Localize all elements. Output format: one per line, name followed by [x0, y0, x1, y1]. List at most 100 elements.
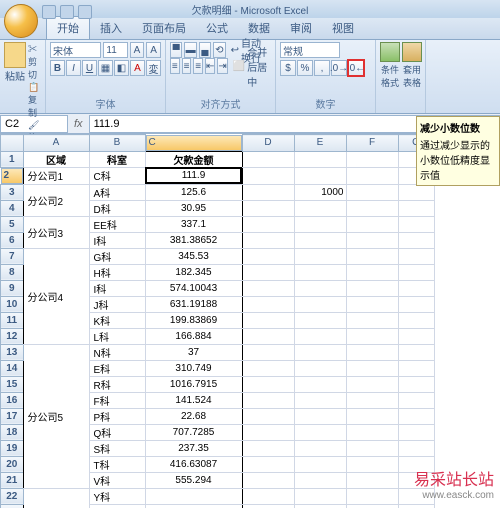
cell-C15[interactable]: 1016.7915	[145, 376, 242, 392]
row-header-22[interactable]: 22	[1, 488, 24, 504]
copy-button[interactable]: 复制	[28, 82, 41, 119]
cell-D3[interactable]	[242, 184, 294, 200]
italic-button[interactable]: I	[66, 60, 81, 76]
cell-G13[interactable]	[398, 344, 434, 360]
cell-F15[interactable]	[346, 376, 398, 392]
cell-B1[interactable]: 科室	[89, 151, 145, 167]
cell-E22[interactable]	[294, 488, 346, 504]
cell-E5[interactable]	[294, 216, 346, 232]
row-header-20[interactable]: 20	[1, 456, 24, 472]
col-header-E[interactable]: E	[294, 135, 346, 152]
cell-B8[interactable]: H科	[89, 264, 145, 280]
cell-E19[interactable]	[294, 440, 346, 456]
cell-F8[interactable]	[346, 264, 398, 280]
cell-F23[interactable]	[346, 504, 398, 508]
cell-C3[interactable]: 125.6	[145, 184, 242, 200]
cell-B23[interactable]: AA科	[89, 504, 145, 508]
conditional-format-button[interactable]: 条件格式	[380, 42, 400, 111]
align-center-button[interactable]: ≡	[182, 58, 192, 74]
cell-G14[interactable]	[398, 360, 434, 376]
cut-button[interactable]: 剪切	[28, 42, 41, 81]
cell-D2[interactable]	[242, 167, 294, 184]
row-header-21[interactable]: 21	[1, 472, 24, 488]
cell-E11[interactable]	[294, 312, 346, 328]
cell-C21[interactable]: 555.294	[145, 472, 242, 488]
cell-E2[interactable]	[294, 167, 346, 184]
row-header-14[interactable]: 14	[1, 360, 24, 376]
cell-F22[interactable]	[346, 488, 398, 504]
cell-E14[interactable]	[294, 360, 346, 376]
cell-D13[interactable]	[242, 344, 294, 360]
orientation-button[interactable]: ⟲	[213, 42, 225, 58]
cell-B7[interactable]: G科	[89, 248, 145, 264]
merge-center-button[interactable]: 合并后居中	[230, 58, 271, 74]
cell-B18[interactable]: Q科	[89, 424, 145, 440]
cell-E7[interactable]	[294, 248, 346, 264]
grow-font-button[interactable]: A	[130, 42, 145, 58]
cell-B5[interactable]: EE科	[89, 216, 145, 232]
cell-G7[interactable]	[398, 248, 434, 264]
cell-E17[interactable]	[294, 408, 346, 424]
row-header-12[interactable]: 12	[1, 328, 24, 344]
cell-F16[interactable]	[346, 392, 398, 408]
currency-button[interactable]: $	[280, 60, 296, 76]
cell-G12[interactable]	[398, 328, 434, 344]
select-all-corner[interactable]	[1, 135, 24, 152]
cell-D17[interactable]	[242, 408, 294, 424]
cell-G5[interactable]	[398, 216, 434, 232]
format-table-button[interactable]: 套用表格	[402, 42, 422, 111]
row-header-11[interactable]: 11	[1, 312, 24, 328]
cell-F2[interactable]	[346, 167, 398, 184]
row-header-13[interactable]: 13	[1, 344, 24, 360]
cell-F6[interactable]	[346, 232, 398, 248]
tab-插入[interactable]: 插入	[90, 17, 132, 39]
cell-D6[interactable]	[242, 232, 294, 248]
cell-D22[interactable]	[242, 488, 294, 504]
cell-E9[interactable]	[294, 280, 346, 296]
cell-F9[interactable]	[346, 280, 398, 296]
col-header-C[interactable]: C	[146, 135, 242, 151]
decrease-decimal-button[interactable]: .0←	[348, 60, 364, 76]
cell-B9[interactable]: I科	[89, 280, 145, 296]
cell-A5[interactable]: 分公司3	[23, 216, 89, 248]
cell-C2[interactable]: 111.9	[145, 167, 242, 184]
border-button[interactable]: ▦	[98, 60, 113, 76]
align-left-button[interactable]: ≡	[170, 58, 180, 74]
cell-B14[interactable]: E科	[89, 360, 145, 376]
cell-G11[interactable]	[398, 312, 434, 328]
number-format-select[interactable]: 常规	[280, 42, 340, 58]
cell-D16[interactable]	[242, 392, 294, 408]
cell-B20[interactable]: T科	[89, 456, 145, 472]
row-header-1[interactable]: 1	[1, 151, 24, 167]
cell-B2[interactable]: C科	[89, 167, 145, 184]
cell-B15[interactable]: R科	[89, 376, 145, 392]
cell-B12[interactable]: L科	[89, 328, 145, 344]
cell-F13[interactable]	[346, 344, 398, 360]
cell-A3[interactable]: 分公司2	[23, 184, 89, 216]
row-header-15[interactable]: 15	[1, 376, 24, 392]
fx-icon[interactable]: fx	[68, 118, 89, 130]
cell-F19[interactable]	[346, 440, 398, 456]
cell-B13[interactable]: N科	[89, 344, 145, 360]
cell-G18[interactable]	[398, 424, 434, 440]
cell-B11[interactable]: K科	[89, 312, 145, 328]
cell-E23[interactable]	[294, 504, 346, 508]
cell-C9[interactable]: 574.10043	[145, 280, 242, 296]
cell-G17[interactable]	[398, 408, 434, 424]
cell-D23[interactable]	[242, 504, 294, 508]
indent-dec-button[interactable]: ⇤	[205, 58, 215, 74]
qat-save-icon[interactable]	[42, 5, 56, 19]
align-bottom-button[interactable]: ▄	[199, 42, 211, 58]
cell-C10[interactable]: 631.19188	[145, 296, 242, 312]
cell-F18[interactable]	[346, 424, 398, 440]
cell-E4[interactable]	[294, 200, 346, 216]
cell-F12[interactable]	[346, 328, 398, 344]
cell-E12[interactable]	[294, 328, 346, 344]
cell-B16[interactable]: F科	[89, 392, 145, 408]
row-header-8[interactable]: 8	[1, 264, 24, 280]
increase-decimal-button[interactable]: .0→	[331, 60, 347, 76]
cell-F4[interactable]	[346, 200, 398, 216]
col-header-A[interactable]: A	[23, 135, 89, 152]
cell-C13[interactable]: 37	[145, 344, 242, 360]
row-header-23[interactable]: 23	[1, 504, 24, 508]
